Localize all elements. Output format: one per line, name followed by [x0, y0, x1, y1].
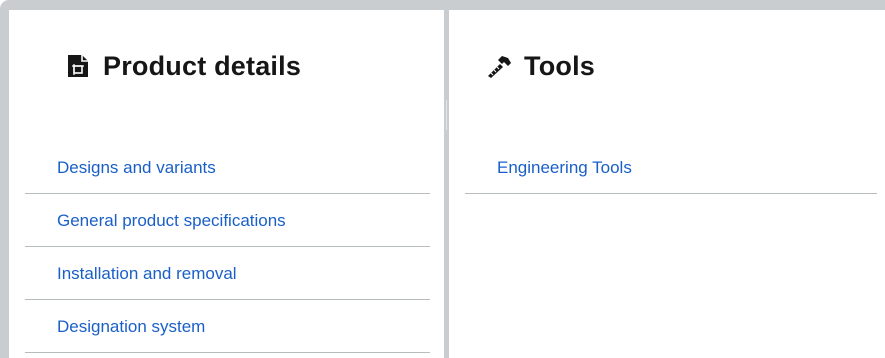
tools-column: Tools Engineering Tools [449, 10, 885, 358]
designation-system-link[interactable]: Designation system [57, 317, 205, 337]
designs-and-variants-link[interactable]: Designs and variants [57, 158, 216, 178]
column-divider-highlight [446, 100, 447, 130]
content-panel: Product details Designs and variants Gen… [0, 0, 885, 358]
product-details-title: Product details [103, 50, 302, 81]
product-document-icon [65, 53, 91, 79]
list-item: Designs and variants [25, 142, 430, 194]
list-item: General product specifications [25, 195, 430, 247]
list-item: Engineering Tools [465, 142, 877, 194]
product-details-link-list: Designs and variants General product spe… [25, 142, 430, 354]
installation-and-removal-link[interactable]: Installation and removal [57, 264, 237, 284]
list-item: Designation system [25, 301, 430, 353]
list-item: Installation and removal [25, 248, 430, 300]
general-product-specifications-link[interactable]: General product specifications [57, 211, 286, 231]
tools-link-list: Engineering Tools [465, 142, 877, 195]
panel-left-border [0, 0, 9, 358]
tools-header: Tools [486, 44, 595, 88]
product-details-column: Product details Designs and variants Gen… [9, 10, 444, 358]
tools-title: Tools [524, 50, 595, 81]
engineering-tools-link[interactable]: Engineering Tools [497, 158, 632, 178]
hammer-ruler-icon [486, 53, 512, 79]
panel-top-border [0, 0, 885, 10]
product-details-header: Product details [65, 44, 301, 88]
